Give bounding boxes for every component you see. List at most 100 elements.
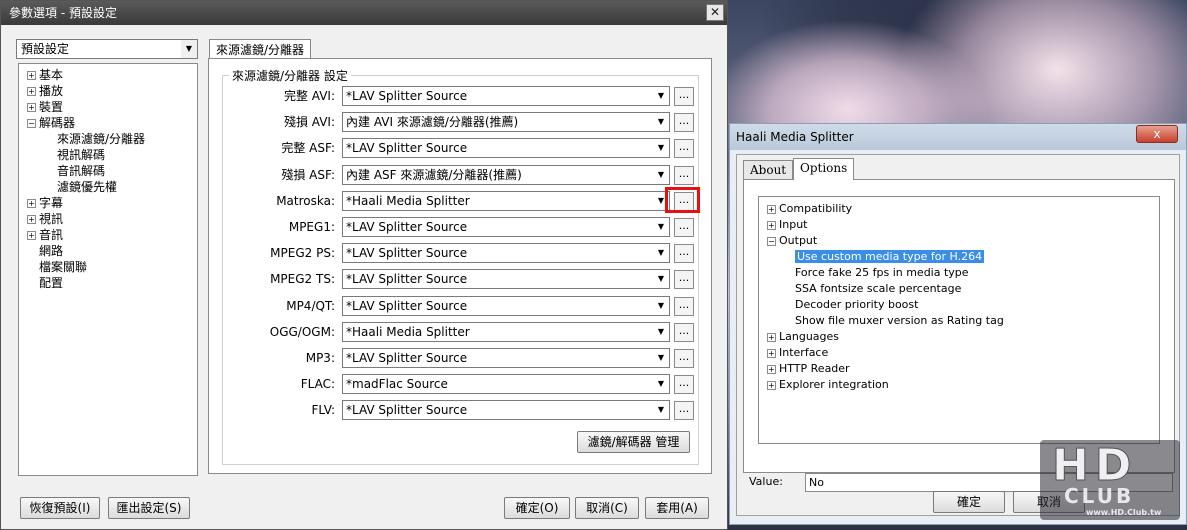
expand-icon[interactable]: + [767,364,776,374]
splitter-select[interactable]: 內建 AVI 來源濾鏡/分離器(推薦) ▼ [342,112,670,133]
apply-button[interactable]: 套用(A) [645,497,709,519]
format-label: 殘損 ASF: [281,167,335,182]
tree-item[interactable]: 配置 [19,275,197,291]
export-settings-button[interactable]: 匯出設定(S) [108,497,190,519]
splitter-row: OGG/OGM: *Haali Media Splitter ▼... [223,320,694,342]
splitter-select[interactable]: *LAV Splitter Source ▼ [342,295,670,316]
configure-button[interactable]: ... [674,218,694,237]
tree-item[interactable]: + 播放 [19,83,197,99]
value-label: Value: [749,475,783,488]
tree-item[interactable]: 音訊解碼 [19,163,197,179]
tree-item[interactable]: + Languages [759,329,1159,345]
tree-item[interactable]: + 裝置 [19,99,197,115]
splitter-select[interactable]: *LAV Splitter Source ▼ [342,243,670,264]
configure-button[interactable]: ... [674,349,694,368]
tree-item[interactable]: Show file muxer version as Rating tag [759,313,1159,329]
tree-item[interactable]: SSA fontsize scale percentage [759,281,1159,297]
expand-icon[interactable]: + [27,199,36,208]
splitter-value: *LAV Splitter Source [346,351,468,365]
options-tree[interactable]: + Compatibility + Input − Output Use custom me… [758,196,1160,444]
haali-ok-button[interactable]: 確定 [933,491,1005,513]
cancel-button[interactable]: 取消(C) [575,497,639,519]
format-label: MPEG2 TS: [270,272,335,287]
chevron-down-icon: ▼ [657,117,665,127]
splitter-select[interactable]: *LAV Splitter Source ▼ [342,348,670,368]
expand-icon[interactable]: + [27,215,36,224]
tree-item[interactable]: − 解碼器 [19,115,197,131]
haali-close-button[interactable]: x [1136,125,1178,143]
tree-item[interactable]: + 視訊 [19,211,197,227]
tree-item[interactable]: 來源濾鏡/分離器 [19,131,197,147]
tree-item[interactable]: + 基本 [19,67,197,83]
expand-icon[interactable]: + [27,87,36,96]
chevron-down-icon: ▼ [657,169,665,179]
expand-icon[interactable]: + [27,231,36,240]
tree-item-label: Decoder priority boost [795,298,919,311]
configure-button[interactable]: ... [674,401,694,421]
tab-options[interactable]: Options [793,158,855,180]
splitter-select[interactable]: *Haali Media Splitter ▼ [342,190,670,211]
expand-icon[interactable]: + [767,380,776,390]
expand-icon[interactable]: + [767,348,776,358]
collapse-icon[interactable]: − [27,119,36,128]
splitter-select[interactable]: *LAV Splitter Source ▼ [342,86,670,106]
configure-button[interactable]: ... [674,296,694,316]
tree-item[interactable]: Decoder priority boost [759,297,1159,313]
splitter-value: *Haali Media Splitter [346,193,470,208]
expand-icon[interactable]: + [767,204,776,214]
restore-defaults-button[interactable]: 恢復預設(I) [20,497,100,519]
configure-button[interactable]: ... [674,270,694,290]
configure-button[interactable]: ... [674,375,694,395]
chevron-down-icon: ▼ [657,222,665,231]
splitter-select[interactable]: *LAV Splitter Source ▼ [342,400,670,421]
tree-item[interactable]: + 音訊 [19,227,197,243]
splitter-select[interactable]: *LAV Splitter Source ▼ [342,138,670,159]
tree-item[interactable]: + Interface [759,345,1159,361]
tab-source-filters[interactable]: 來源濾鏡/分離器 [209,39,312,59]
tree-item[interactable]: Force fake 25 fps in media type [759,265,1159,281]
splitter-value: *Haali Media Splitter [346,324,470,339]
tree-item[interactable]: 視訊解碼 [19,147,197,163]
configure-button[interactable]: ... [674,244,694,264]
tree-item[interactable]: Use custom media type for H.264 [759,249,1159,265]
expand-icon[interactable]: + [27,71,36,80]
splitter-select[interactable]: *madFlac Source ▼ [342,374,670,395]
splitter-select[interactable]: *Haali Media Splitter ▼ [342,321,670,342]
expand-icon[interactable]: + [767,332,776,342]
tree-item[interactable]: + Explorer integration [759,377,1159,393]
splitter-select[interactable]: *LAV Splitter Source ▼ [342,217,670,237]
expand-icon[interactable]: + [27,103,36,112]
tree-item[interactable]: 網路 [19,243,197,259]
filter-manager-button[interactable]: 濾鏡/解碼器 管理 [577,431,690,453]
splitter-select[interactable]: *LAV Splitter Source ▼ [342,269,670,290]
preferences-window: 參數選項 - 預設設定 ✕ 預設設定 ▼ + 基本 + 播放 + 裝置 − 解碼器 來源濾鏡/分… [0,0,728,530]
configure-button[interactable]: ... [674,113,694,133]
tree-item[interactable]: + HTTP Reader [759,361,1159,377]
tree-item-label: Languages [779,330,840,343]
tree-item[interactable]: + 字幕 [19,195,197,211]
tree-item-label: Show file muxer version as Rating tag [795,314,1004,327]
tree-item[interactable]: + Compatibility [759,201,1159,217]
collapse-icon[interactable]: − [767,236,776,246]
tab-about[interactable]: About [743,160,794,180]
tree-item[interactable]: − Output [759,233,1159,249]
preset-select[interactable]: 預設設定 ▼ [16,39,198,59]
configure-button[interactable]: ... [674,87,694,106]
tree-item[interactable]: + Input [759,217,1159,233]
configure-button[interactable]: ... [674,139,694,159]
tree-item-label: 來源濾鏡/分離器 [57,132,146,146]
expand-icon[interactable]: + [767,220,776,230]
configure-button[interactable]: ... [674,165,694,185]
tree-item[interactable]: 檔案關聯 [19,259,197,275]
configure-button[interactable]: ... [674,322,694,342]
tree-item-label: 音訊 [39,228,64,242]
close-button[interactable]: ✕ [706,4,724,21]
category-tree[interactable]: + 基本 + 播放 + 裝置 − 解碼器 來源濾鏡/分離器 視訊解碼 音訊解碼 濾鏡優先權 + 字幕 + 視訊… [18,63,198,476]
format-label: OGG/OGM: [269,324,335,339]
splitter-select[interactable]: 內建 ASF 來源濾鏡/分離器(推薦) ▼ [342,164,670,185]
tree-item[interactable]: 濾鏡優先權 [19,179,197,195]
ok-button[interactable]: 確定(O) [504,497,570,519]
splitter-row: MPEG1: *LAV Splitter Source ▼... [223,215,694,237]
format-label: 殘損 AVI: [283,115,335,130]
splitter-value: *LAV Splitter Source [346,298,468,313]
